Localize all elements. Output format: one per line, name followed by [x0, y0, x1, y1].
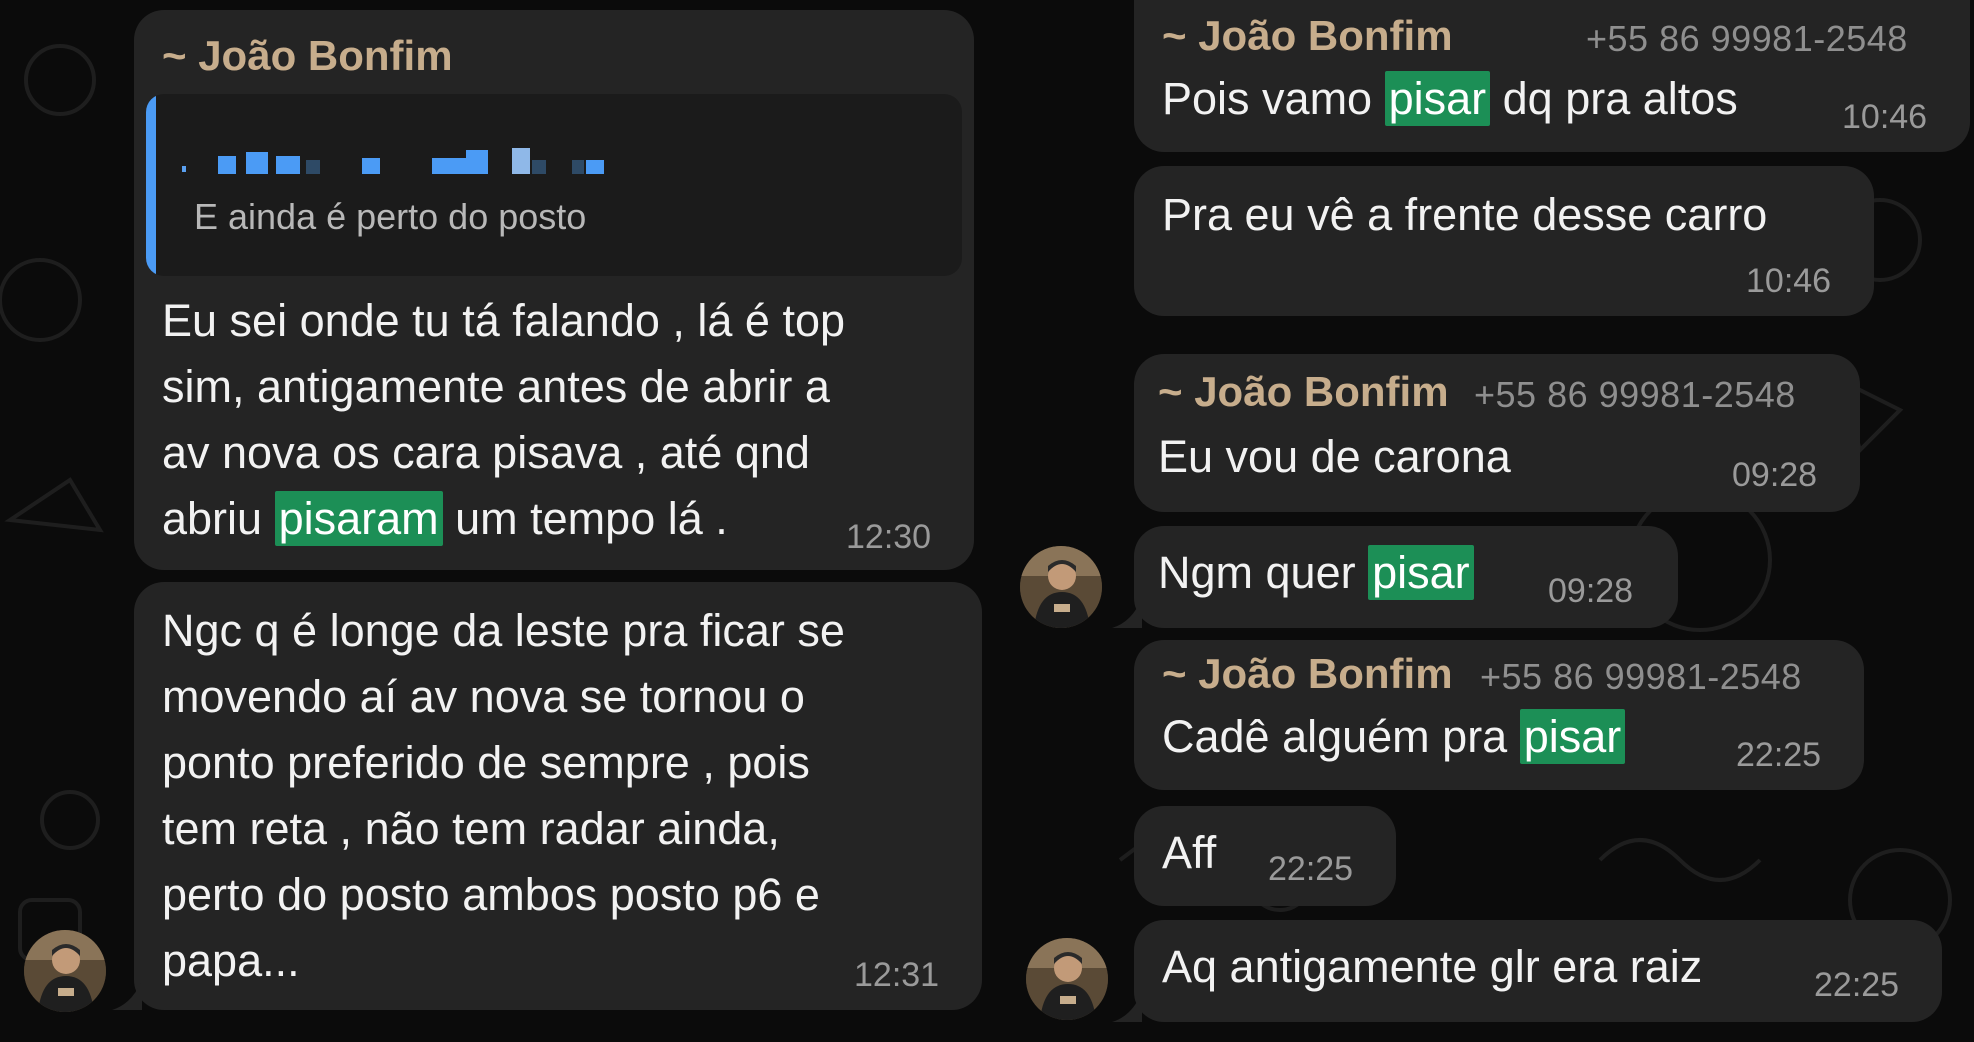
message-line: Eu sei onde tu tá falando , lá é top: [162, 295, 845, 346]
sender-phone: +55 86 99981-2548: [1480, 656, 1802, 697]
message-text: Cadê alguém pra pisar: [1162, 704, 1626, 770]
message-bubble[interactable]: Ngc q é longe da leste pra ficar se move…: [134, 582, 982, 1010]
sender-name[interactable]: ~ João Bonfim: [1158, 368, 1449, 416]
search-highlight: pisar: [1384, 71, 1491, 126]
message-time: 09:28: [1732, 456, 1818, 494]
message-text: Aq antigamente glr era raiz: [1162, 941, 1703, 992]
message-line: papa...: [162, 935, 300, 986]
quoted-message[interactable]: E ainda é perto do posto: [146, 94, 962, 276]
message-text: Pois vamo pisar dq pra altos: [1162, 71, 1738, 126]
message-line: ponto preferido de sempre , pois: [162, 737, 810, 788]
message-time: 12:31: [854, 956, 940, 994]
redacted-quote-sender: [182, 148, 604, 174]
sender-phone: +55 86 99981-2548: [1474, 374, 1796, 415]
message-time: 10:46: [1746, 262, 1832, 300]
message-line: sim, antigamente antes de abrir a: [162, 361, 830, 412]
message-line: movendo aí av nova se tornou o: [162, 671, 805, 722]
message-bubble[interactable]: ~ João Bonfim E ainda é perto do posto E…: [134, 10, 974, 570]
message-text: Eu vou de carona: [1158, 431, 1511, 482]
message-text: Pra eu vê a frente desse carro: [1162, 189, 1768, 240]
message-time: 09:28: [1548, 572, 1634, 610]
avatar[interactable]: [1020, 546, 1102, 628]
avatar[interactable]: [24, 930, 106, 1012]
message-bubble[interactable]: Ngm quer pisar 09:28: [1134, 526, 1678, 628]
message-text: Ngm quer pisar: [1158, 540, 1474, 606]
message-time: 10:46: [1842, 98, 1928, 136]
message-time: 22:25: [1814, 966, 1900, 1004]
message-line: av nova os cara pisava , até qnd: [162, 427, 810, 478]
message-bubble[interactable]: ~ João Bonfim +55 86 99981-2548 Cadê alg…: [1134, 640, 1864, 790]
sender-name[interactable]: ~ João Bonfim: [1162, 12, 1453, 60]
message-line: abriu pisaram um tempo lá .: [162, 491, 728, 546]
sender-name[interactable]: ~ João Bonfim: [1162, 650, 1453, 698]
message-bubble[interactable]: ~ João Bonfim +55 86 99981-2548 Pois vam…: [1134, 0, 1970, 152]
message-time: 12:30: [846, 518, 932, 556]
search-highlight: pisaram: [274, 491, 443, 546]
quote-bar: [146, 94, 156, 276]
message-time: 22:25: [1736, 736, 1822, 774]
sender-name[interactable]: ~ João Bonfim: [162, 32, 453, 80]
search-highlight: pisar: [1519, 709, 1626, 764]
message-bubble[interactable]: Pra eu vê a frente desse carro 10:46: [1134, 166, 1874, 316]
bubble-tail: [1112, 598, 1142, 628]
sender-phone: +55 86 99981-2548: [1586, 18, 1908, 59]
message-time: 22:25: [1268, 850, 1354, 888]
avatar[interactable]: [1026, 938, 1108, 1020]
search-highlight: pisar: [1368, 545, 1474, 600]
message-line: tem reta , não tem radar ainda,: [162, 803, 780, 854]
message-bubble[interactable]: Aff 22:25: [1134, 806, 1396, 906]
bubble-tail: [1112, 992, 1142, 1022]
message-line: Ngc q é longe da leste pra ficar se: [162, 605, 845, 656]
quoted-text: E ainda é perto do posto: [194, 196, 587, 237]
message-bubble[interactable]: Aq antigamente glr era raiz 22:25: [1134, 920, 1942, 1022]
message-line: perto do posto ambos posto p6 e: [162, 869, 820, 920]
bubble-tail: [112, 980, 142, 1010]
message-text: Aff: [1162, 827, 1217, 878]
message-bubble[interactable]: ~ João Bonfim +55 86 99981-2548 Eu vou d…: [1134, 354, 1860, 512]
